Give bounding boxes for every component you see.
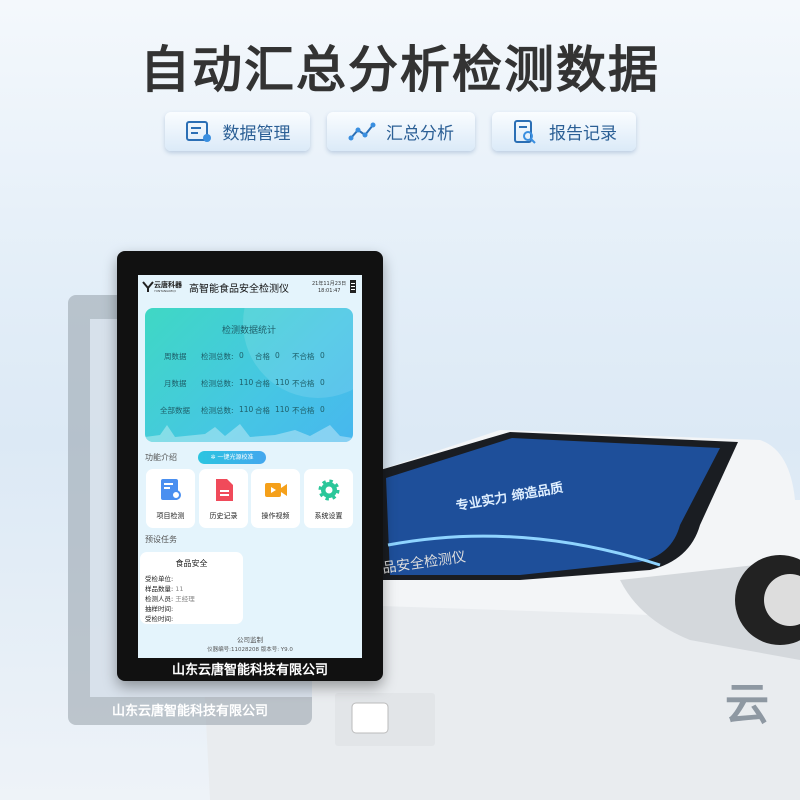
pass-value: 110 [275, 378, 290, 387]
pass-label: 合格 [255, 352, 270, 361]
total-value: 110 [239, 405, 254, 414]
function-label: 项目检测 [156, 512, 185, 520]
stats-title: 检测数据统计 [221, 326, 276, 336]
brand-sub: YUNTANGKEQI [154, 289, 176, 293]
field-key: 受检时间: [145, 615, 174, 623]
period: 月数据 [164, 379, 187, 388]
task-title: 食品安全 [175, 559, 208, 568]
date: 21年11月23日 [312, 281, 347, 287]
function-label: 系统设置 [314, 512, 343, 520]
total-value: 0 [239, 351, 244, 360]
field-key: 受检单位: [145, 575, 174, 583]
field-key: 样品数量: [145, 585, 174, 593]
fail-label: 不合格 [292, 379, 315, 388]
task-field: 受检单位: [145, 573, 173, 583]
pass-label: 合格 [255, 406, 270, 415]
app-title: 高智能食品安全检测仪 [189, 284, 289, 295]
fail-label: 不合格 [292, 406, 315, 415]
document-search-icon [161, 479, 181, 500]
function-settings[interactable]: 系统设置 [304, 469, 353, 528]
fail-value: 0 [320, 378, 325, 387]
video-camera-icon [265, 483, 287, 497]
fail-label: 不合格 [292, 352, 315, 361]
stats-card: 检测数据统计 周数据 检测总数: 0 合格 0 不合格 0 月数据 检测总数: … [145, 308, 353, 442]
field-key: 检测人员: [145, 595, 174, 603]
task-field: 样品数量: 11 [145, 583, 184, 593]
function-video[interactable]: 操作视频 [251, 469, 300, 528]
field-key: 抽样时间: [145, 605, 174, 613]
field-value: 11 [175, 585, 184, 593]
function-history[interactable]: 历史记录 [199, 469, 248, 528]
pass-value: 110 [275, 405, 290, 414]
total-label: 检测总数: [201, 406, 234, 415]
pass-value: 0 [275, 351, 280, 360]
function-label: 操作视频 [261, 512, 290, 520]
period: 全部数据 [160, 406, 190, 415]
machine-logo: 云 [725, 679, 769, 730]
function-project-test[interactable]: 项目检测 [146, 469, 195, 528]
task-card[interactable]: 食品安全 受检单位: 样品数量: 11 检测人员: 王经理 抽样时间: 受检时间… [140, 552, 243, 624]
task-field: 检测人员: 王经理 [145, 593, 195, 603]
calibrate-label: 一键光源校准 [217, 454, 254, 461]
pass-label: 合格 [255, 379, 270, 388]
total-label: 检测总数: [201, 379, 234, 388]
bezel-company-name: 山东云唐智能科技有限公司 [171, 663, 328, 678]
wave-decoration [145, 424, 353, 442]
footer-supervise: 公司监制 [237, 636, 263, 644]
fail-value: 0 [320, 351, 325, 360]
tablet: 云唐科器 YUNTANGKEQI 高智能食品安全检测仪 21年11月23日 18… [117, 251, 383, 681]
yuntang-logo-icon [142, 281, 154, 292]
fail-value: 0 [320, 405, 325, 414]
total-label: 检测总数: [201, 352, 234, 361]
ghost-company-name: 山东云唐智能科技有限公司 [111, 704, 268, 719]
task-field: 受检时间: [145, 613, 173, 623]
tablet-screen: 云唐科器 YUNTANGKEQI 高智能食品安全检测仪 21年11月23日 18… [138, 275, 362, 658]
calibrate-button[interactable]: ✲ 一键光源校准 [198, 451, 266, 464]
function-label: 历史记录 [209, 512, 238, 520]
gear-icon [318, 479, 340, 501]
task-field: 抽样时间: [145, 603, 173, 613]
battery-icon [350, 280, 356, 293]
time: 18:01:47 [318, 288, 341, 294]
field-value: 王经理 [175, 595, 195, 603]
footer-info: 仪器编号:11028208 版本号: Y9.0 [207, 647, 293, 653]
period: 周数据 [164, 352, 187, 361]
total-value: 110 [239, 378, 254, 387]
preset-label: 预设任务 [145, 535, 177, 544]
document-icon [216, 479, 233, 501]
functions-label: 功能介绍 [145, 453, 177, 462]
